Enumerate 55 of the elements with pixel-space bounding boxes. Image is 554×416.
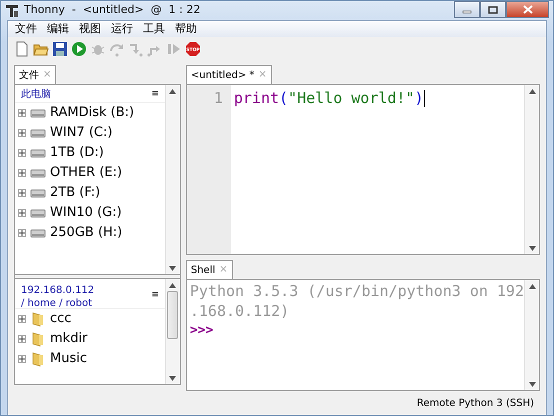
close-icon: [522, 5, 532, 14]
menu-item[interactable]: 工具: [138, 21, 170, 37]
menu-item[interactable]: 帮助: [170, 21, 202, 37]
status-text: Remote Python 3 (SSH): [416, 396, 534, 410]
host-label: 192.168.0.112: [21, 284, 94, 298]
expand-icon[interactable]: [18, 149, 26, 157]
shell-output: .168.0.112): [190, 301, 290, 321]
run-icon[interactable]: [71, 41, 87, 57]
tree-item[interactable]: mkdir: [15, 329, 165, 349]
menu-button[interactable]: ≡: [151, 88, 159, 102]
maximize-button[interactable]: [480, 1, 506, 18]
code-line[interactable]: print("Hello world!"): [234, 87, 524, 110]
shell-prompt: >>>: [190, 322, 214, 340]
tab[interactable]: 文件 ×: [14, 65, 56, 84]
tab[interactable]: <untitled> * ×: [186, 65, 272, 84]
scrollbar-thumb[interactable]: [167, 291, 178, 339]
expand-icon[interactable]: [18, 109, 26, 117]
expand-icon[interactable]: [18, 315, 26, 323]
expand-icon[interactable]: [18, 229, 26, 237]
window-title: Thonny - <untitled> @ 1 : 22: [24, 2, 200, 18]
tree-item[interactable]: 2TB (F:): [15, 183, 165, 203]
folder-icon: [30, 331, 46, 347]
maximize-icon: [488, 6, 498, 14]
tree-item[interactable]: 1TB (D:): [15, 143, 165, 163]
tree-item[interactable]: WIN10 (G:): [15, 203, 165, 223]
expand-icon[interactable]: [18, 169, 26, 177]
save-icon[interactable]: [52, 41, 68, 57]
menu-item[interactable]: 运行: [106, 21, 138, 37]
line-number: 1: [212, 88, 223, 109]
tree-item[interactable]: OTHER (E:): [15, 163, 165, 183]
path-label[interactable]: / home / robot: [21, 298, 94, 310]
tab[interactable]: Shell ×: [186, 260, 233, 279]
tree-item[interactable]: RAMDisk (B:): [15, 103, 165, 123]
tree-item[interactable]: WIN7 (C:): [15, 123, 165, 143]
folder-icon: [30, 351, 46, 367]
new-file-icon[interactable]: [14, 41, 30, 57]
menu-button[interactable]: ≡: [151, 283, 159, 308]
expand-icon[interactable]: [18, 355, 26, 363]
shell-output: Python 3.5.3 (/usr/bin/python3 on 192: [190, 281, 524, 301]
expand-icon[interactable]: [18, 335, 26, 343]
menu-item[interactable]: 编辑: [42, 21, 74, 37]
close-button[interactable]: [506, 1, 549, 18]
location-label: 此电脑: [21, 88, 51, 102]
app-icon: [5, 4, 19, 18]
text-cursor: [424, 90, 425, 108]
menu-item[interactable]: 文件: [10, 21, 42, 37]
menu-item[interactable]: 视图: [74, 21, 106, 37]
minimize-button[interactable]: [454, 1, 480, 18]
folder-icon: [30, 311, 46, 327]
tree-item[interactable]: ccc: [15, 309, 165, 329]
expand-icon[interactable]: [18, 189, 26, 197]
expand-icon[interactable]: [18, 209, 26, 217]
tree-item[interactable]: Music: [15, 349, 165, 369]
expand-icon[interactable]: [18, 129, 26, 137]
tree-item[interactable]: 250GB (H:): [15, 223, 165, 243]
